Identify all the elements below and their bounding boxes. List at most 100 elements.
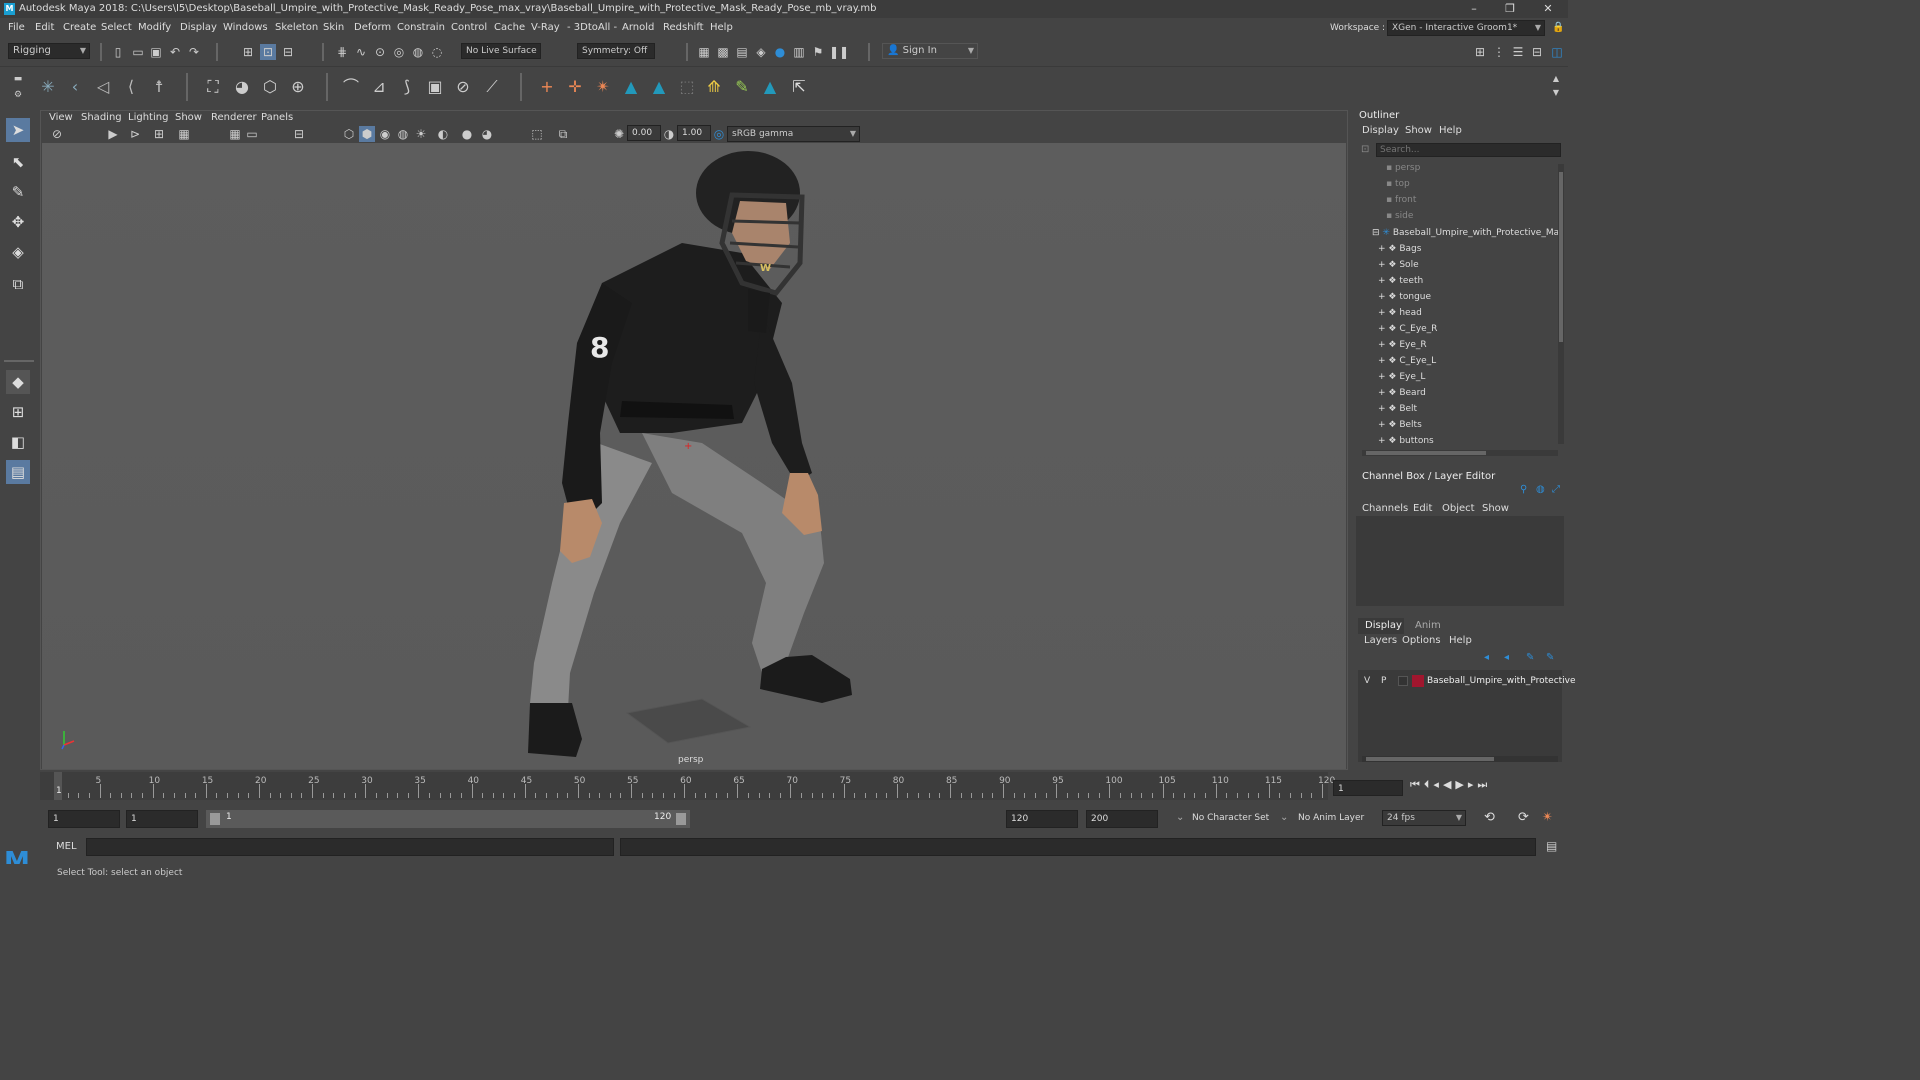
move-tool-icon[interactable]: ✥ bbox=[6, 210, 30, 234]
menu-edit[interactable]: Edit bbox=[35, 18, 54, 38]
outliner-item[interactable]: + ❖ Belts bbox=[1378, 417, 1558, 433]
menu-constrain[interactable]: Constrain bbox=[397, 18, 445, 38]
layer-tab-display[interactable]: Display bbox=[1365, 620, 1402, 631]
outliner-scrollbar[interactable] bbox=[1558, 164, 1564, 444]
outliner-item[interactable]: + ❖ buttons bbox=[1378, 433, 1558, 446]
character-set-label[interactable]: No Character Set bbox=[1192, 813, 1269, 823]
scene-start-field[interactable]: 1 bbox=[48, 810, 120, 828]
outliner-item[interactable]: + ❖ tongue bbox=[1378, 289, 1558, 305]
render-icon[interactable]: ▦ bbox=[696, 44, 712, 60]
image-plane-icon[interactable]: ⊞ bbox=[151, 126, 167, 142]
lock-icon[interactable]: 🔒 bbox=[1552, 18, 1564, 38]
menu-help[interactable]: Help bbox=[710, 18, 733, 38]
outliner-item-root[interactable]: ⊟ ✳ Baseball_Umpire_with_Protective_Ma: bbox=[1372, 225, 1558, 241]
outliner-layout-icon[interactable]: ▤ bbox=[6, 460, 30, 484]
two-view-icon[interactable]: ◧ bbox=[6, 430, 30, 454]
aim-constraint-icon[interactable]: ✛ bbox=[564, 76, 586, 98]
camera-attributes-icon[interactable]: ▶ bbox=[105, 126, 121, 142]
save-scene-icon[interactable]: ▣ bbox=[148, 44, 164, 60]
paint-weights-icon[interactable]: ◕ bbox=[231, 76, 253, 98]
camera-select-icon[interactable]: ⊘ bbox=[49, 126, 65, 142]
script-editor-icon[interactable]: ▤ bbox=[1546, 839, 1557, 853]
wrap-icon[interactable]: ⊿ bbox=[368, 76, 390, 98]
viewport-menu-shading[interactable]: Shading bbox=[81, 111, 122, 125]
joint-tool-icon[interactable]: ✳ bbox=[37, 76, 59, 98]
menu-skeleton[interactable]: Skeleton bbox=[275, 18, 318, 38]
menu-create[interactable]: Create bbox=[63, 18, 96, 38]
anim-layer-icon[interactable]: ⌄ bbox=[1280, 812, 1288, 823]
outliner-item[interactable]: + ❖ teeth bbox=[1378, 273, 1558, 289]
menu-vray[interactable]: V-Ray bbox=[531, 18, 560, 38]
select-hierarchy-icon[interactable]: ⊞ bbox=[240, 44, 256, 60]
outliner-item-persp[interactable]: ▪ persp bbox=[1386, 160, 1558, 176]
isolate-select-icon[interactable]: ⬚ bbox=[529, 126, 545, 142]
channel-box-icon-3[interactable]: ⤢ bbox=[1552, 484, 1560, 495]
film-gate-icon[interactable]: ⧉ bbox=[555, 126, 571, 142]
menu-arnold[interactable]: Arnold bbox=[622, 18, 654, 38]
gamma-field[interactable]: 1.00 bbox=[677, 125, 711, 141]
expand-icon[interactable]: + bbox=[1378, 292, 1388, 302]
menu-deform[interactable]: Deform bbox=[354, 18, 391, 38]
cluster-icon[interactable]: ⊕ bbox=[287, 76, 309, 98]
outliner-item-front[interactable]: ▪ front bbox=[1386, 192, 1558, 208]
color-management-icon[interactable]: ◎ bbox=[711, 126, 727, 142]
pause-icon[interactable]: ❚❚ bbox=[829, 44, 849, 60]
outliner-item[interactable]: + ❖ Sole bbox=[1378, 257, 1558, 273]
layer-hscrollbar[interactable] bbox=[1362, 756, 1558, 762]
shelf-settings-icon[interactable]: ⚙ bbox=[10, 87, 26, 103]
play-forward-icon[interactable]: ▶ bbox=[1455, 778, 1467, 791]
new-layer-icon[interactable]: ✎ bbox=[1526, 652, 1534, 663]
modeling-toolkit-icon[interactable]: ⊞ bbox=[1472, 44, 1488, 60]
channel-box-icon[interactable]: ⊟ bbox=[1529, 44, 1545, 60]
bind-skin-icon[interactable]: ⛶ bbox=[202, 76, 224, 98]
lights-icon[interactable]: ◍ bbox=[395, 126, 411, 142]
expand-icon[interactable]: + bbox=[1378, 372, 1388, 382]
viewport-menu-renderer[interactable]: Renderer bbox=[211, 111, 257, 125]
snap-surface-icon[interactable]: ◍ bbox=[410, 44, 426, 60]
paint-select-icon[interactable]: ✎ bbox=[6, 180, 30, 204]
auto-key-icon[interactable]: ⟳ bbox=[1518, 810, 1529, 825]
snap-view-icon[interactable]: ◎ bbox=[391, 44, 407, 60]
expand-icon[interactable]: + bbox=[1378, 420, 1388, 430]
close-button[interactable]: ✕ bbox=[1530, 0, 1566, 18]
redo-icon[interactable]: ↷ bbox=[186, 44, 202, 60]
snap-point-icon[interactable]: ⊙ bbox=[372, 44, 388, 60]
minimize-button[interactable]: – bbox=[1456, 0, 1492, 18]
scale-tool-icon[interactable]: ⧉ bbox=[6, 272, 30, 296]
menu-skin[interactable]: Skin bbox=[323, 18, 344, 38]
channel-box-content[interactable] bbox=[1356, 516, 1564, 606]
outliner-hscrollbar[interactable] bbox=[1362, 450, 1558, 456]
quick-rig-icon[interactable]: ☨ bbox=[148, 76, 170, 98]
expand-icon[interactable]: + bbox=[1378, 324, 1388, 334]
soft-mod-icon[interactable]: ▣ bbox=[424, 76, 446, 98]
pole-vector-icon[interactable]: ⬚ bbox=[676, 76, 698, 98]
snap-vertex-icon[interactable]: ◌ bbox=[429, 44, 445, 60]
render-settings-icon[interactable]: ▤ bbox=[734, 44, 750, 60]
sculpt-icon[interactable]: ⟋ bbox=[481, 76, 503, 98]
menu-modify[interactable]: Modify bbox=[138, 18, 171, 38]
ambient-occlusion-icon[interactable]: ● bbox=[459, 126, 475, 142]
vray-render-icon[interactable]: ● bbox=[772, 44, 788, 60]
hypershade-icon[interactable]: ◈ bbox=[753, 44, 769, 60]
layer-menu-layers[interactable]: Layers bbox=[1364, 635, 1397, 646]
menuset-dropdown[interactable]: Rigging ▼ bbox=[8, 43, 90, 59]
set-driven-key-icon[interactable]: ⟰ bbox=[703, 76, 725, 98]
select-component-icon[interactable]: ⊟ bbox=[280, 44, 296, 60]
expand-icon[interactable]: + bbox=[1378, 244, 1388, 254]
live-surface-field[interactable]: No Live Surface bbox=[461, 43, 541, 59]
layer-color-swatch[interactable] bbox=[1412, 675, 1424, 687]
command-input[interactable] bbox=[86, 838, 614, 856]
undo-icon[interactable]: ↶ bbox=[167, 44, 183, 60]
outliner-menu-help[interactable]: Help bbox=[1439, 125, 1462, 136]
channelbox-menu-show[interactable]: Show bbox=[1482, 503, 1509, 514]
gamma-icon[interactable]: ◑ bbox=[661, 126, 677, 142]
color-space-dropdown[interactable]: sRGB gamma ▼ bbox=[727, 126, 860, 142]
menu-cache[interactable]: Cache bbox=[494, 18, 525, 38]
collapse-icon[interactable]: ⊟ bbox=[1372, 228, 1382, 238]
time-slider[interactable]: 5 10 15 20 25 30 35 40 45 50 55 60 65 70 75 80 85 90 95 100… bbox=[40, 772, 1335, 800]
layer-type-toggle[interactable] bbox=[1398, 676, 1408, 686]
workspace-dropdown[interactable]: XGen - Interactive Groom1* ▼ bbox=[1387, 20, 1545, 36]
outliner-item[interactable]: + ❖ C_Eye_L bbox=[1378, 353, 1558, 369]
lasso-tool-icon[interactable]: ⬉ bbox=[6, 150, 30, 174]
range-slider[interactable]: 1 120 bbox=[206, 810, 690, 828]
